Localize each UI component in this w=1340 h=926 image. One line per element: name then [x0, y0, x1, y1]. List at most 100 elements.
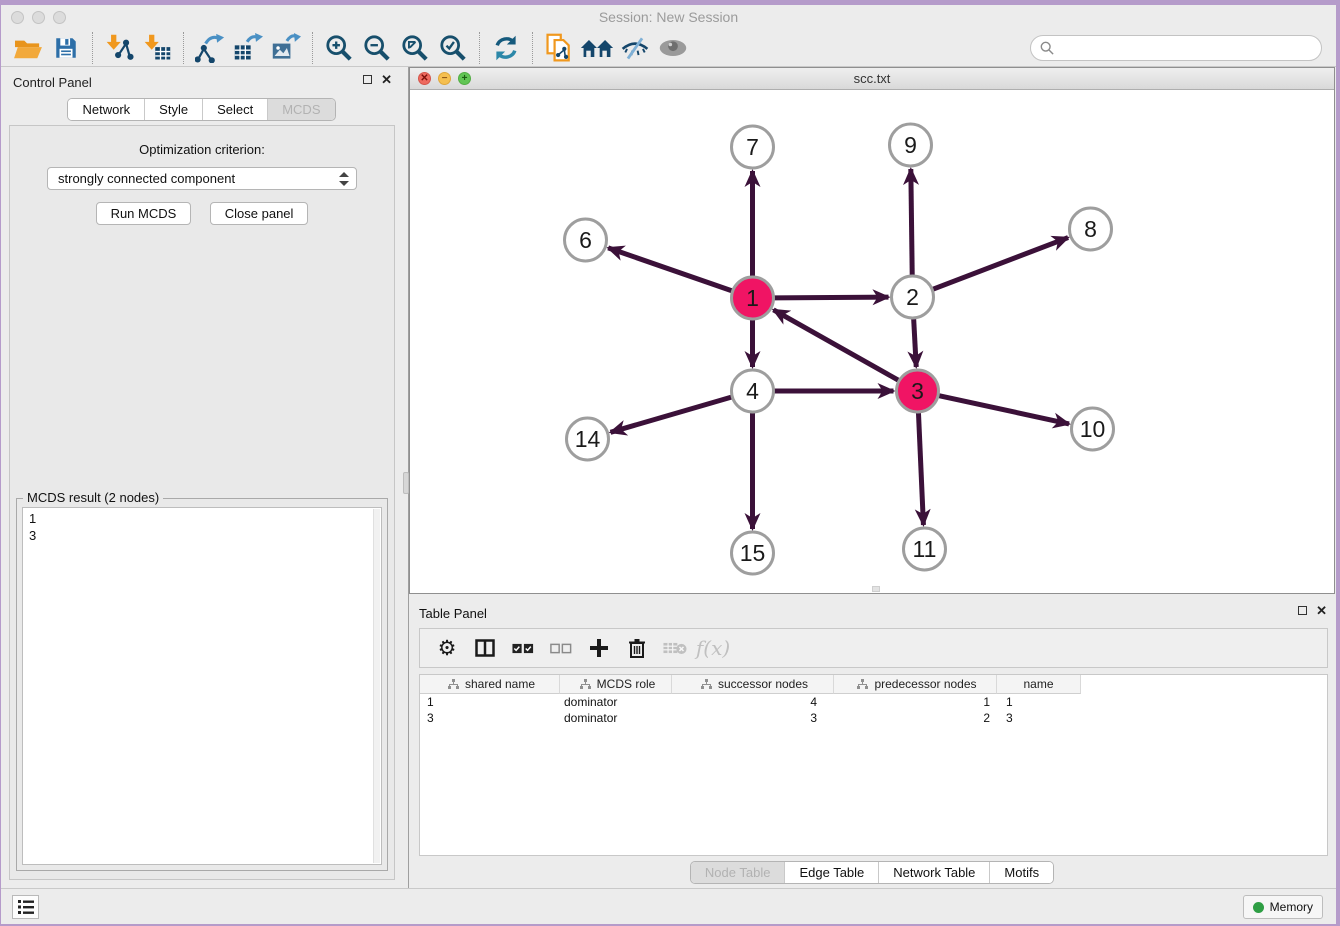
- select-all-rows-button[interactable]: [506, 632, 540, 664]
- open-session-button[interactable]: [9, 31, 47, 65]
- zoom-in-button[interactable]: [320, 31, 358, 65]
- close-panel-icon[interactable]: ✕: [381, 74, 392, 85]
- show-columns-button[interactable]: [468, 632, 502, 664]
- search-input[interactable]: [1060, 40, 1312, 55]
- float-table-panel-icon[interactable]: [1298, 606, 1307, 615]
- graph-node-label-1: 1: [746, 285, 759, 311]
- node-table: shared name MCDS role successor nodes pr…: [419, 674, 1328, 856]
- cell-predecessor-nodes: 1: [834, 695, 997, 709]
- optimization-criterion-label: Optimization criterion:: [10, 142, 394, 157]
- network-view-titlebar[interactable]: ✕ − + scc.txt: [410, 68, 1334, 90]
- close-table-panel-icon[interactable]: ✕: [1316, 605, 1327, 616]
- cell-successor-nodes: 3: [672, 711, 834, 725]
- panel-divider[interactable]: [402, 67, 409, 888]
- main-toolbar: [1, 29, 1336, 67]
- memory-label: Memory: [1270, 900, 1313, 914]
- tab-network-table[interactable]: Network Table: [878, 862, 989, 883]
- delete-table-button[interactable]: [658, 632, 692, 664]
- column-header-mcds-role[interactable]: MCDS role: [560, 675, 672, 694]
- save-session-button[interactable]: [47, 31, 85, 65]
- control-panel-tabbar: Network Style Select MCDS: [67, 98, 335, 121]
- graph-edge-2-8[interactable]: [933, 238, 1068, 290]
- toolbar-separator: [532, 32, 533, 64]
- export-table-button[interactable]: [229, 31, 267, 65]
- table-row[interactable]: 3 dominator 3 2 3: [420, 710, 1327, 726]
- tab-edge-table[interactable]: Edge Table: [784, 862, 878, 883]
- tab-select[interactable]: Select: [202, 99, 267, 120]
- column-header-name[interactable]: name: [997, 675, 1081, 694]
- zoom-selected-button[interactable]: [434, 31, 472, 65]
- export-image-button[interactable]: [267, 31, 305, 65]
- function-builder-button[interactable]: f(x): [696, 632, 730, 664]
- table-panel-tabbar: Node Table Edge Table Network Table Moti…: [690, 861, 1054, 884]
- float-panel-icon[interactable]: [363, 75, 372, 84]
- table-header-row: shared name MCDS role successor nodes pr…: [420, 675, 1327, 694]
- houses-icon: [580, 36, 614, 60]
- control-panel-title: Control Panel: [13, 75, 92, 90]
- export-image-icon: [271, 33, 301, 63]
- column-header-successor-nodes[interactable]: successor nodes: [672, 675, 834, 694]
- delete-column-button[interactable]: [620, 632, 654, 664]
- tab-network[interactable]: Network: [68, 99, 144, 120]
- eye-icon: [658, 38, 688, 58]
- refresh-button[interactable]: [487, 31, 525, 65]
- graph-edge-1-6[interactable]: [608, 248, 732, 291]
- import-table-button[interactable]: [138, 31, 176, 65]
- app-titlebar: Session: New Session: [1, 5, 1336, 29]
- gear-icon: ⚙: [438, 636, 457, 661]
- tab-mcds[interactable]: MCDS: [267, 99, 334, 120]
- criterion-dropdown-value: strongly connected component: [58, 171, 235, 186]
- search-field[interactable]: [1030, 35, 1322, 61]
- show-all-button[interactable]: [654, 31, 692, 65]
- graph-edge-3-11[interactable]: [918, 413, 923, 525]
- columns-icon: [475, 639, 495, 657]
- deselect-all-rows-button[interactable]: [544, 632, 578, 664]
- list-icon: [18, 900, 34, 914]
- cell-shared-name: 3: [420, 711, 560, 725]
- graph-edge-3-10[interactable]: [939, 396, 1069, 424]
- tree-icon: [448, 679, 459, 690]
- network-view-title: scc.txt: [410, 71, 1334, 86]
- status-bar: Memory: [1, 888, 1336, 924]
- import-network-button[interactable]: [100, 31, 138, 65]
- result-scrollbar[interactable]: [373, 509, 380, 863]
- mcds-result-textarea[interactable]: 1 3: [22, 507, 382, 865]
- table-settings-button[interactable]: ⚙: [430, 632, 464, 664]
- table-panel-title: Table Panel: [419, 606, 487, 621]
- network-canvas[interactable]: 1234678910111415: [410, 90, 1334, 593]
- zoom-selected-icon: [439, 34, 467, 62]
- graph-edge-3-1[interactable]: [773, 310, 898, 380]
- toolbar-separator: [312, 32, 313, 64]
- task-history-button[interactable]: [12, 895, 39, 919]
- delete-table-icon: [663, 641, 687, 655]
- network-graph: 1234678910111415: [410, 90, 1334, 593]
- export-network-button[interactable]: [191, 31, 229, 65]
- run-mcds-button[interactable]: Run MCDS: [96, 202, 192, 225]
- tab-node-table[interactable]: Node Table: [691, 862, 785, 883]
- new-network-from-selection-button[interactable]: [540, 31, 578, 65]
- graph-edge-2-9[interactable]: [911, 169, 912, 275]
- close-panel-button[interactable]: Close panel: [210, 202, 309, 225]
- graph-edge-1-2[interactable]: [774, 297, 888, 298]
- tab-style[interactable]: Style: [144, 99, 202, 120]
- memory-status-icon: [1253, 902, 1264, 913]
- export-table-icon: [233, 33, 263, 63]
- column-header-shared-name[interactable]: shared name: [420, 675, 560, 694]
- graph-edge-2-3[interactable]: [914, 319, 917, 367]
- memory-button[interactable]: Memory: [1243, 895, 1323, 919]
- canvas-scroll-grip[interactable]: [872, 586, 880, 592]
- floppy-disk-icon: [53, 35, 79, 61]
- criterion-dropdown[interactable]: strongly connected component: [47, 167, 357, 190]
- tab-motifs[interactable]: Motifs: [989, 862, 1053, 883]
- graph-node-label-9: 9: [904, 132, 917, 158]
- add-column-button[interactable]: [582, 632, 616, 664]
- first-neighbors-button[interactable]: [578, 31, 616, 65]
- dropdown-stepper-icon: [339, 171, 349, 187]
- table-row[interactable]: 1 dominator 4 1 1: [420, 694, 1327, 710]
- refresh-icon: [492, 34, 520, 62]
- hide-selected-button[interactable]: [616, 31, 654, 65]
- zoom-fit-button[interactable]: [396, 31, 434, 65]
- graph-edge-4-14[interactable]: [611, 397, 732, 432]
- zoom-out-button[interactable]: [358, 31, 396, 65]
- column-header-predecessor-nodes[interactable]: predecessor nodes: [834, 675, 997, 694]
